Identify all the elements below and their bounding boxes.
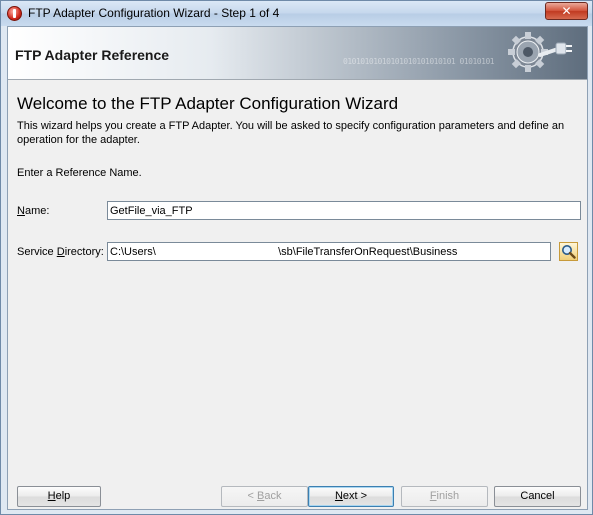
- search-icon: [562, 245, 576, 259]
- browse-directory-button[interactable]: [559, 242, 578, 261]
- service-directory-label-mnemonic: D: [56, 246, 65, 258]
- header-banner: FTP Adapter Reference 010101010101010101…: [8, 27, 587, 80]
- help-mnemonic: H: [47, 490, 56, 502]
- service-directory-label-text: irectory:: [64, 246, 104, 258]
- app-icon: [7, 6, 22, 21]
- name-label: Name:: [17, 205, 49, 217]
- name-label-mnemonic: N: [17, 205, 25, 217]
- back-label: ack: [264, 490, 282, 502]
- finish-button[interactable]: Finish: [401, 486, 488, 507]
- back-button[interactable]: < Back: [221, 486, 308, 507]
- banner-title: FTP Adapter Reference: [15, 47, 170, 63]
- finish-mnemonic: F: [429, 490, 437, 502]
- binary-decoration: 01010101010101010101010101 01010101: [343, 57, 495, 66]
- gear-plug-icon: [508, 32, 572, 72]
- service-directory-input[interactable]: [107, 242, 551, 261]
- wizard-content: FTP Adapter Reference 010101010101010101…: [7, 26, 588, 510]
- title-bar: FTP Adapter Configuration Wizard - Step …: [1, 1, 592, 26]
- service-directory-label-prefix: Service: [17, 246, 57, 258]
- finish-label: inish: [436, 490, 460, 502]
- back-prefix: <: [247, 490, 257, 502]
- service-directory-label: Service Directory:: [17, 246, 104, 258]
- next-mnemonic: N: [334, 490, 343, 502]
- name-label-text: ame:: [24, 205, 50, 217]
- page-description: This wizard helps you create a FTP Adapt…: [17, 120, 565, 146]
- next-button[interactable]: Next >: [308, 486, 394, 507]
- help-button[interactable]: Help: [17, 486, 101, 507]
- close-button[interactable]: ✕: [545, 2, 588, 20]
- page-title: Welcome to the FTP Adapter Configuration…: [17, 94, 399, 113]
- cancel-button[interactable]: Cancel: [494, 486, 581, 507]
- help-label: elp: [55, 490, 71, 502]
- window-title: FTP Adapter Configuration Wizard - Step …: [28, 6, 280, 20]
- name-input[interactable]: [107, 201, 581, 220]
- reference-name-prompt: Enter a Reference Name.: [17, 167, 142, 179]
- next-label: ext >: [342, 490, 368, 502]
- wizard-window: FTP Adapter Configuration Wizard - Step …: [0, 0, 593, 515]
